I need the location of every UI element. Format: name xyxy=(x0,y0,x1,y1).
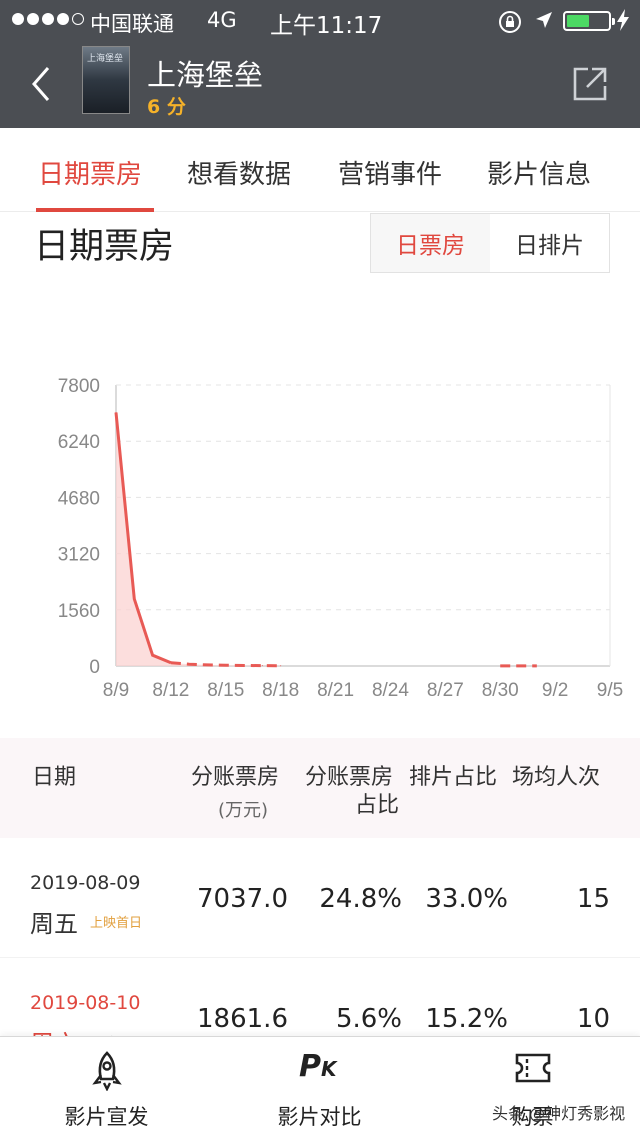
back-arrow-icon[interactable] xyxy=(28,64,52,104)
row-box-office: 1861.6 xyxy=(197,1004,288,1034)
row-box-office: 7037.0 xyxy=(197,884,288,914)
data-point xyxy=(261,665,263,667)
row-date: 2019-08-10 xyxy=(30,992,141,1014)
series-area xyxy=(116,412,281,666)
data-point xyxy=(225,664,227,666)
battery-icon xyxy=(563,11,615,31)
data-point xyxy=(170,662,172,664)
tab-want-to-see[interactable]: 想看数据 xyxy=(187,154,291,191)
x-tick-label: 9/2 xyxy=(542,680,568,701)
header-box-office-unit: (万元) xyxy=(218,800,269,821)
table-row[interactable]: 2019-08-09 周五 上映首日 7037.0 24.8% 33.0% 15 xyxy=(0,840,640,958)
row-share: 5.6% xyxy=(335,1004,402,1034)
toggle-daily-box-office[interactable]: 日票房 xyxy=(371,214,490,272)
x-tick-label: 8/15 xyxy=(207,680,244,701)
data-point xyxy=(280,665,282,667)
data-point xyxy=(115,411,117,413)
data-point xyxy=(206,664,208,666)
app-root: 中国联通 4G 上午11:17 上海堡垒 上海堡垒 6 分 日期票房 想看数据 … xyxy=(0,0,640,1136)
header-share-line2: 占比 xyxy=(355,793,400,818)
y-tick-label: 7800 xyxy=(58,376,100,397)
data-point xyxy=(188,663,190,665)
signal-strength-icon xyxy=(12,13,84,25)
row-date: 2019-08-09 xyxy=(30,872,141,894)
table-header: 日期 分账票房 (万元) 分账票房 占比 排片占比 场均人次 xyxy=(0,738,640,838)
nav-promotion-label: 影片宣发 xyxy=(64,1105,149,1129)
row-schedule: 33.0% xyxy=(425,884,508,914)
row-schedule: 15.2% xyxy=(425,1004,508,1034)
x-tick-label: 8/30 xyxy=(482,680,519,701)
movie-score: 6 分 xyxy=(147,96,186,118)
movie-poster[interactable]: 上海堡垒 xyxy=(82,46,130,114)
tab-daily-box-office[interactable]: 日期票房 xyxy=(38,154,142,191)
tab-marketing-events[interactable]: 营销事件 xyxy=(338,154,442,191)
y-tick-label: 1560 xyxy=(58,601,100,622)
header-schedule: 排片占比 xyxy=(409,765,498,790)
status-bar: 中国联通 4G 上午11:17 xyxy=(0,0,640,40)
nav-compare-label: 影片对比 xyxy=(277,1105,362,1129)
poster-title: 上海堡垒 xyxy=(87,54,124,64)
nav-compare[interactable]: PK 影片对比 xyxy=(213,1037,426,1136)
data-point xyxy=(243,664,245,666)
header-share: 分账票房 xyxy=(305,765,394,790)
header-box-office: 分账票房 xyxy=(191,765,280,790)
network-type: 4G xyxy=(207,8,237,32)
tab-bar: 日期票房 想看数据 营销事件 影片信息 xyxy=(0,128,640,212)
row-avg-audience: 15 xyxy=(576,884,610,914)
pk-icon: PK xyxy=(299,1049,337,1084)
ticket-icon xyxy=(515,1053,551,1083)
charging-icon xyxy=(617,9,629,31)
active-tab-indicator xyxy=(36,208,154,212)
movie-header: 上海堡垒 上海堡垒 6 分 xyxy=(0,40,640,128)
x-tick-label: 8/21 xyxy=(317,680,354,701)
x-tick-label: 8/24 xyxy=(372,680,409,701)
x-tick-label: 8/12 xyxy=(152,680,189,701)
y-tick-label: 6240 xyxy=(58,432,100,453)
clock: 上午11:17 xyxy=(270,13,383,39)
movie-title: 上海堡垒 xyxy=(147,58,264,92)
y-tick-label: 4680 xyxy=(58,488,100,509)
toggle-daily-schedule[interactable]: 日排片 xyxy=(490,214,609,272)
y-tick-label: 0 xyxy=(89,657,100,678)
row-weekday: 周五 xyxy=(30,910,78,938)
watermark: 头条 @神灯秀影视 xyxy=(492,1104,626,1123)
share-icon[interactable] xyxy=(572,66,608,102)
nav-promotion[interactable]: 影片宣发 xyxy=(0,1037,213,1136)
box-office-chart: 7800 6240 4680 3120 1560 08/9 8/12 8/15 8/18 8/21… xyxy=(58,376,623,701)
data-point xyxy=(133,598,135,600)
header-avg-audience: 场均人次 xyxy=(512,765,601,790)
rocket-icon xyxy=(92,1051,122,1091)
section-title: 日期票房 xyxy=(34,227,175,267)
row-avg-audience: 10 xyxy=(576,1004,610,1034)
row-share: 24.8% xyxy=(319,884,402,914)
x-tick-label: 8/9 xyxy=(103,680,129,701)
tab-movie-info[interactable]: 影片信息 xyxy=(487,154,591,191)
x-tick-label: 8/18 xyxy=(262,680,299,701)
header-date: 日期 xyxy=(32,765,77,790)
location-icon xyxy=(536,12,552,28)
metric-toggle: 日票房 日排片 xyxy=(370,213,610,273)
y-tick-label: 3120 xyxy=(58,545,100,566)
carrier-name: 中国联通 xyxy=(90,12,174,36)
x-tick-label: 9/5 xyxy=(597,680,623,701)
row-release-tag: 上映首日 xyxy=(90,916,143,931)
rotation-lock-icon xyxy=(499,11,521,33)
data-point xyxy=(152,654,154,656)
x-tick-label: 8/27 xyxy=(427,680,464,701)
